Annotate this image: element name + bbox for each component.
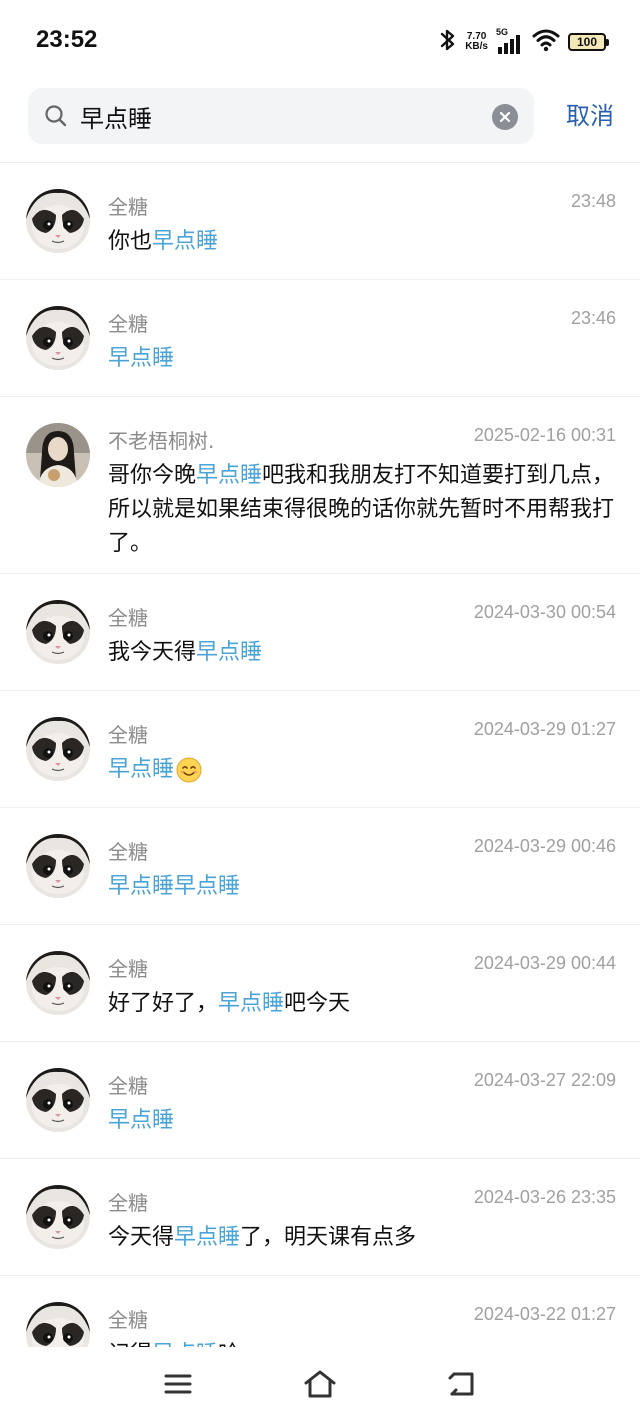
cat-avatar[interactable]: [26, 834, 90, 898]
result-item[interactable]: 全糖 2024-03-27 22:09 早点睡: [0, 1042, 640, 1159]
message-time: 2024-03-26 23:35: [473, 1187, 616, 1207]
message-text: 今天得早点睡了，明天课有点多: [108, 1221, 618, 1255]
message-text: 记得早点睡哈: [108, 1338, 618, 1347]
keyword-highlight: 早点睡早点睡: [108, 874, 241, 899]
smile-emoji-icon: [176, 757, 202, 783]
search-results-list[interactable]: 全糖 23:48 你也早点睡 全糖 23:46 早点睡 不老梧桐树. 2025-02-16…: [0, 163, 640, 1347]
keyword-highlight: 早点睡: [108, 346, 175, 371]
sender-name: 全糖: [108, 1191, 148, 1215]
status-icons: 7.70 KB/s 5G 100: [439, 26, 609, 58]
result-item[interactable]: 全糖 2024-03-26 23:35 今天得早点睡了，明天课有点多: [0, 1159, 640, 1276]
bluetooth-icon: [439, 27, 457, 57]
message-text: 早点睡早点睡: [108, 870, 618, 904]
result-item[interactable]: 全糖 2024-03-22 01:27 记得早点睡哈: [0, 1276, 640, 1347]
signal-icon: 5G: [496, 27, 524, 55]
keyword-highlight: 早点睡: [174, 1225, 241, 1250]
cat-avatar[interactable]: [26, 1068, 90, 1132]
navigation-bar: [0, 1347, 640, 1422]
cat-avatar[interactable]: [26, 717, 90, 781]
result-item[interactable]: 全糖 2024-03-29 00:44 好了好了，早点睡吧今天: [0, 925, 640, 1042]
net-speed: 7.70 KB/s: [465, 32, 488, 52]
cat-avatar[interactable]: [26, 951, 90, 1015]
girl-avatar[interactable]: [26, 423, 90, 487]
message-time: 2024-03-22 01:27: [473, 1304, 616, 1324]
message-time: 2024-03-29 00:44: [473, 953, 616, 973]
cancel-button[interactable]: 取消: [566, 96, 614, 131]
status-time: 23:52: [36, 26, 98, 53]
cat-avatar[interactable]: [26, 189, 90, 253]
sender-name: 全糖: [108, 957, 148, 981]
message-text: 早点睡: [108, 342, 618, 376]
message-text: 哥你今晚早点睡吧我和我朋友打不知道要打到几点，所以就是如果结束得很晚的话你就先暂…: [108, 459, 618, 561]
clear-icon[interactable]: [492, 104, 518, 130]
message-fragment: 好了好了，: [108, 991, 219, 1016]
message-fragment: 我今天得: [108, 640, 197, 665]
sender-name: 全糖: [108, 723, 148, 747]
home-icon[interactable]: [300, 1367, 340, 1401]
keyword-highlight: 早点睡: [218, 991, 285, 1016]
sender-name: 全糖: [108, 840, 148, 864]
result-item[interactable]: 全糖 23:48 你也早点睡: [0, 163, 640, 280]
message-fragment: 今天得: [108, 1225, 175, 1250]
battery-icon: 100: [568, 33, 609, 51]
message-fragment: 你也: [108, 229, 153, 254]
result-item[interactable]: 全糖 2024-03-29 00:46 早点睡早点睡: [0, 808, 640, 925]
cat-avatar[interactable]: [26, 306, 90, 370]
keyword-highlight: 早点睡: [196, 463, 263, 488]
message-text: 你也早点睡: [108, 225, 618, 259]
message-text: 早点睡: [108, 1104, 618, 1138]
message-time: 2025-02-16 00:31: [473, 425, 616, 445]
keyword-highlight: 早点睡: [152, 229, 219, 254]
message-time: 2024-03-29 01:27: [473, 719, 616, 739]
result-item[interactable]: 不老梧桐树. 2025-02-16 00:31 哥你今晚早点睡吧我和我朋友打不知道要…: [0, 397, 640, 574]
result-item[interactable]: 全糖 23:46 早点睡: [0, 280, 640, 397]
net-speed-unit: KB/s: [465, 41, 488, 52]
sender-name: 不老梧桐树.: [108, 429, 215, 453]
keyword-highlight: 早点睡: [196, 640, 263, 665]
message-time: 2024-03-27 22:09: [473, 1070, 616, 1090]
sender-name: 全糖: [108, 1308, 148, 1332]
message-text: 我今天得早点睡: [108, 636, 618, 670]
cat-avatar[interactable]: [26, 1185, 90, 1249]
search-input[interactable]: [80, 96, 480, 136]
result-item[interactable]: 全糖 2024-03-29 01:27 早点睡: [0, 691, 640, 808]
menu-icon[interactable]: [158, 1367, 198, 1401]
result-item[interactable]: 全糖 2024-03-30 00:54 我今天得早点睡: [0, 574, 640, 691]
back-icon[interactable]: [442, 1367, 482, 1401]
message-fragment: 了，明天课有点多: [240, 1225, 417, 1250]
cat-avatar[interactable]: [26, 600, 90, 664]
keyword-highlight: 早点睡: [108, 1108, 175, 1133]
message-fragment: 哥你今晚: [108, 463, 197, 488]
sender-name: 全糖: [108, 195, 148, 219]
battery-level: 100: [576, 35, 598, 49]
message-time: 2024-03-29 00:46: [473, 836, 616, 856]
search-icon: [44, 104, 68, 128]
status-bar: 23:52 7.70 KB/s 5G 100: [0, 0, 640, 84]
cat-avatar[interactable]: [26, 1302, 90, 1347]
message-time: 23:48: [570, 191, 616, 211]
message-text: 好了好了，早点睡吧今天: [108, 987, 618, 1021]
sender-name: 全糖: [108, 312, 148, 336]
phone-screen: 23:52 7.70 KB/s 5G 100 早点睡 取消 全糖 23:48 你…: [0, 0, 640, 1422]
message-fragment: 吧今天: [284, 991, 351, 1016]
keyword-highlight: 早点睡: [108, 757, 175, 782]
message-time: 23:46: [570, 308, 616, 328]
message-time: 2024-03-30 00:54: [473, 602, 616, 622]
search-row: 取消: [0, 84, 640, 163]
search-box[interactable]: [28, 88, 534, 144]
sender-name: 全糖: [108, 606, 148, 630]
message-text: 早点睡: [108, 753, 618, 787]
sender-name: 全糖: [108, 1074, 148, 1098]
wifi-icon: [532, 28, 560, 56]
